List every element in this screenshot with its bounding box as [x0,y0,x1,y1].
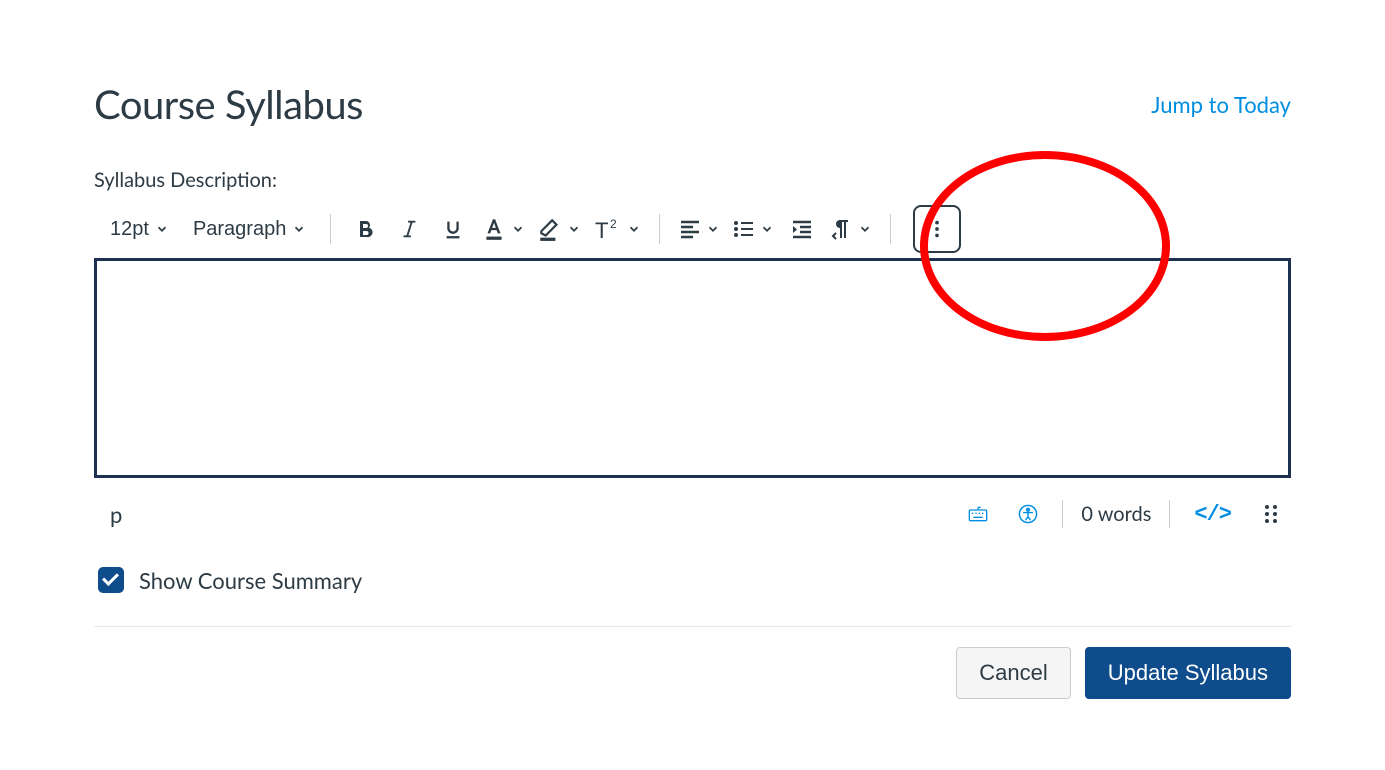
jump-to-today-link[interactable]: Jump to Today [1151,91,1291,118]
bold-icon [353,217,377,241]
more-options-button[interactable] [913,205,961,253]
svg-text:2: 2 [610,217,617,231]
text-color-button[interactable] [477,209,529,249]
html-view-button[interactable]: </> [1188,501,1237,528]
show-course-summary-checkbox[interactable] [98,567,124,593]
bold-button[interactable] [345,209,385,249]
highlight-color-button[interactable] [533,209,585,249]
toolbar-separator [330,214,331,244]
superscript-icon: T2 [593,216,623,242]
editor-status-bar: p 0 words </> [94,482,1291,530]
list-button[interactable] [728,209,778,249]
rich-text-toolbar: 12pt Paragraph T2 [94,202,1291,258]
font-size-value: 12pt [110,218,149,241]
chevron-down-icon [706,222,720,236]
keyboard-icon [968,502,988,526]
highlight-icon [537,216,563,242]
word-count: 0 words [1081,502,1151,526]
indent-icon [790,217,814,241]
element-path[interactable]: p [98,501,122,528]
status-separator [1169,500,1170,528]
underline-icon [442,218,464,240]
syllabus-description-label: Syllabus Description: [94,168,1291,192]
block-format-dropdown[interactable]: Paragraph [183,214,316,245]
resize-handle[interactable] [1255,498,1287,530]
chevron-down-icon [292,222,306,236]
text-direction-button[interactable] [826,209,876,249]
list-icon [732,217,756,241]
show-course-summary-label: Show Course Summary [139,567,362,594]
syllabus-description-editor[interactable] [94,258,1291,478]
italic-button[interactable] [389,209,429,249]
chevron-down-icon [567,222,581,236]
status-separator [1062,500,1063,528]
divider [94,626,1291,627]
superscript-button[interactable]: T2 [589,209,645,249]
chevron-down-icon [511,222,525,236]
chevron-down-icon [155,222,169,236]
align-button[interactable] [674,209,724,249]
svg-text:T: T [595,218,608,242]
accessibility-checker-button[interactable] [1012,498,1044,530]
chevron-down-icon [760,222,774,236]
chevron-down-icon [858,222,872,236]
drag-handle-icon [1263,503,1279,525]
toolbar-separator [890,214,891,244]
page-title: Course Syllabus [94,80,363,128]
font-size-dropdown[interactable]: 12pt [100,214,179,245]
keyboard-shortcuts-button[interactable] [962,498,994,530]
chevron-down-icon [627,222,641,236]
more-vertical-icon [926,218,948,240]
update-syllabus-button[interactable]: Update Syllabus [1085,647,1291,699]
align-icon [678,217,702,241]
text-color-icon [481,216,507,242]
pilcrow-icon [830,217,854,241]
accessibility-icon [1018,500,1038,528]
cancel-button[interactable]: Cancel [956,647,1070,699]
italic-icon [398,218,420,240]
toolbar-separator [659,214,660,244]
block-format-value: Paragraph [193,218,286,241]
indent-button[interactable] [782,209,822,249]
underline-button[interactable] [433,209,473,249]
